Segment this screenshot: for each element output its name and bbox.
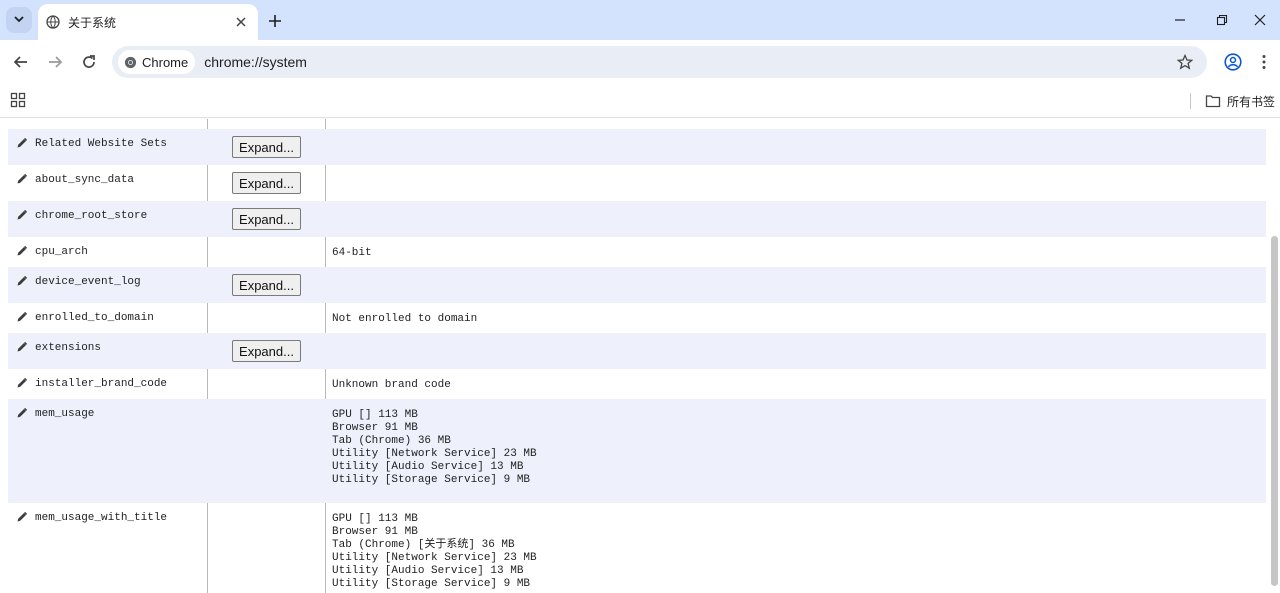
table-row: cpu_arch 64-bit [8,237,1266,267]
table-row: chrome_root_store Expand... [8,201,1266,237]
forward-button[interactable] [41,48,69,76]
reload-icon [83,55,95,68]
arrow-left-icon [13,56,27,68]
expand-button[interactable]: Expand... [232,340,301,362]
reload-button[interactable] [75,48,103,76]
row-key: Related Website Sets [35,138,168,150]
bookmarks-bar: 所有书签 [0,84,1280,118]
apps-grid-icon[interactable] [10,92,26,108]
value-line: Utility [Storage Service] 9 MB [332,578,531,590]
value-line: Utility [Audio Service] 13 MB [332,565,524,577]
bookmark-star-icon[interactable] [1171,48,1199,76]
close-window-button[interactable] [1242,6,1278,34]
site-info-chip[interactable]: Chrome [118,50,196,74]
minimize-icon [1175,19,1185,21]
edit-pen-icon [16,377,28,389]
value-line: GPU [] 113 MB [332,409,418,421]
edit-pen-icon [16,275,28,287]
edit-pen-icon [16,341,28,353]
tab-strip: 关于系统 [0,0,1280,40]
more-vert-icon [1262,55,1266,69]
row-key: mem_usage_with_title [35,512,168,524]
new-tab-button[interactable] [262,8,288,34]
url-text[interactable]: chrome://system [204,54,1171,70]
row-value: Unknown brand code [332,379,451,392]
menu-button[interactable] [1252,48,1276,76]
expand-button[interactable]: Expand... [232,208,301,230]
arrow-right-icon [49,56,63,68]
active-tab[interactable]: 关于系统 [38,4,258,40]
bookmarks-separator [1190,93,1191,109]
edit-pen-icon [16,209,28,221]
row-value: GPU [] 113 MB Browser 91 MB Tab (Chrome) 3… [332,409,537,487]
chip-label: Chrome [142,54,189,70]
scrollbar[interactable] [1269,119,1280,593]
edit-pen-icon [16,173,28,185]
table-row: enrolled_to_domain Not enrolled to domain [8,303,1266,333]
tab-search-button[interactable] [6,7,32,33]
value-line: Tab (Chrome) 36 MB [332,435,451,447]
row-key: device_event_log [35,276,141,288]
value-line: Not enrolled to domain [332,313,478,325]
plus-icon [269,15,281,27]
close-icon [1254,14,1266,26]
table-row: extensions Expand... [8,333,1266,369]
row-key: chrome_root_store [35,210,148,222]
table-row: about_sync_data Expand... [8,165,1266,201]
value-line: Browser 91 MB [332,422,418,434]
folder-icon [1205,95,1221,108]
table-row: mem_usage GPU [] 113 MB Browser 91 MB Tab (… [8,399,1266,503]
chevron-down-icon [14,14,24,27]
table-row: Related Website Sets Expand... [8,129,1266,165]
edit-pen-icon [16,245,28,257]
value-line: Utility [Storage Service] 9 MB [332,474,531,486]
all-bookmarks-folder[interactable]: 所有书签 [1205,90,1275,112]
value-line: Utility [Network Service] 23 MB [332,448,537,460]
table-row: mem_usage_with_title GPU [] 113 MB Browser… [8,503,1266,593]
row-key: mem_usage [35,408,95,420]
row-key: cpu_arch [35,246,88,258]
row-key: enrolled_to_domain [35,312,154,324]
minimize-button[interactable] [1162,6,1198,34]
restore-button[interactable] [1204,6,1240,34]
scrollbar-thumb[interactable] [1271,236,1278,586]
value-line: Utility [Network Service] 23 MB [332,552,537,564]
edit-pen-icon [16,137,28,149]
address-bar[interactable]: Chrome chrome://system [112,46,1207,78]
row-key: extensions [35,342,102,354]
tab-title: 关于系统 [68,15,117,30]
edit-pen-icon [16,407,28,419]
edit-pen-icon [16,511,28,523]
row-value: 64-bit [332,247,372,260]
close-tab-icon[interactable] [230,11,252,33]
expand-button[interactable]: Expand... [232,136,301,158]
toolbar: Chrome chrome://system [0,40,1280,84]
profile-button[interactable] [1219,48,1247,76]
value-line: Browser 91 MB [332,526,418,538]
table-row: installer_brand_code Unknown brand code [8,369,1266,399]
edit-pen-icon [16,311,28,323]
restore-icon [1216,14,1228,26]
globe-icon [46,15,60,29]
value-line: 64-bit [332,247,372,259]
value-line: Unknown brand code [332,379,451,391]
folder-label: 所有书签 [1227,94,1276,109]
row-value: GPU [] 113 MB Browser 91 MB Tab (Chrome) [… [332,513,537,591]
value-line: Tab (Chrome) [关于系统] 36 MB [332,539,515,551]
profile-icon [1224,53,1242,71]
row-value: Not enrolled to domain [332,313,477,326]
system-info-table: Related Website Sets Expand... about_sync_… [0,119,1280,593]
back-button[interactable] [7,48,35,76]
table-row: device_event_log Expand... [8,267,1266,303]
value-line: GPU [] 113 MB [332,513,418,525]
row-key: installer_brand_code [35,378,168,390]
chrome-icon [124,56,137,68]
expand-button[interactable]: Expand... [232,274,301,296]
value-line: Utility [Audio Service] 13 MB [332,461,524,473]
expand-button[interactable]: Expand... [232,172,301,194]
row-key: about_sync_data [35,174,135,186]
